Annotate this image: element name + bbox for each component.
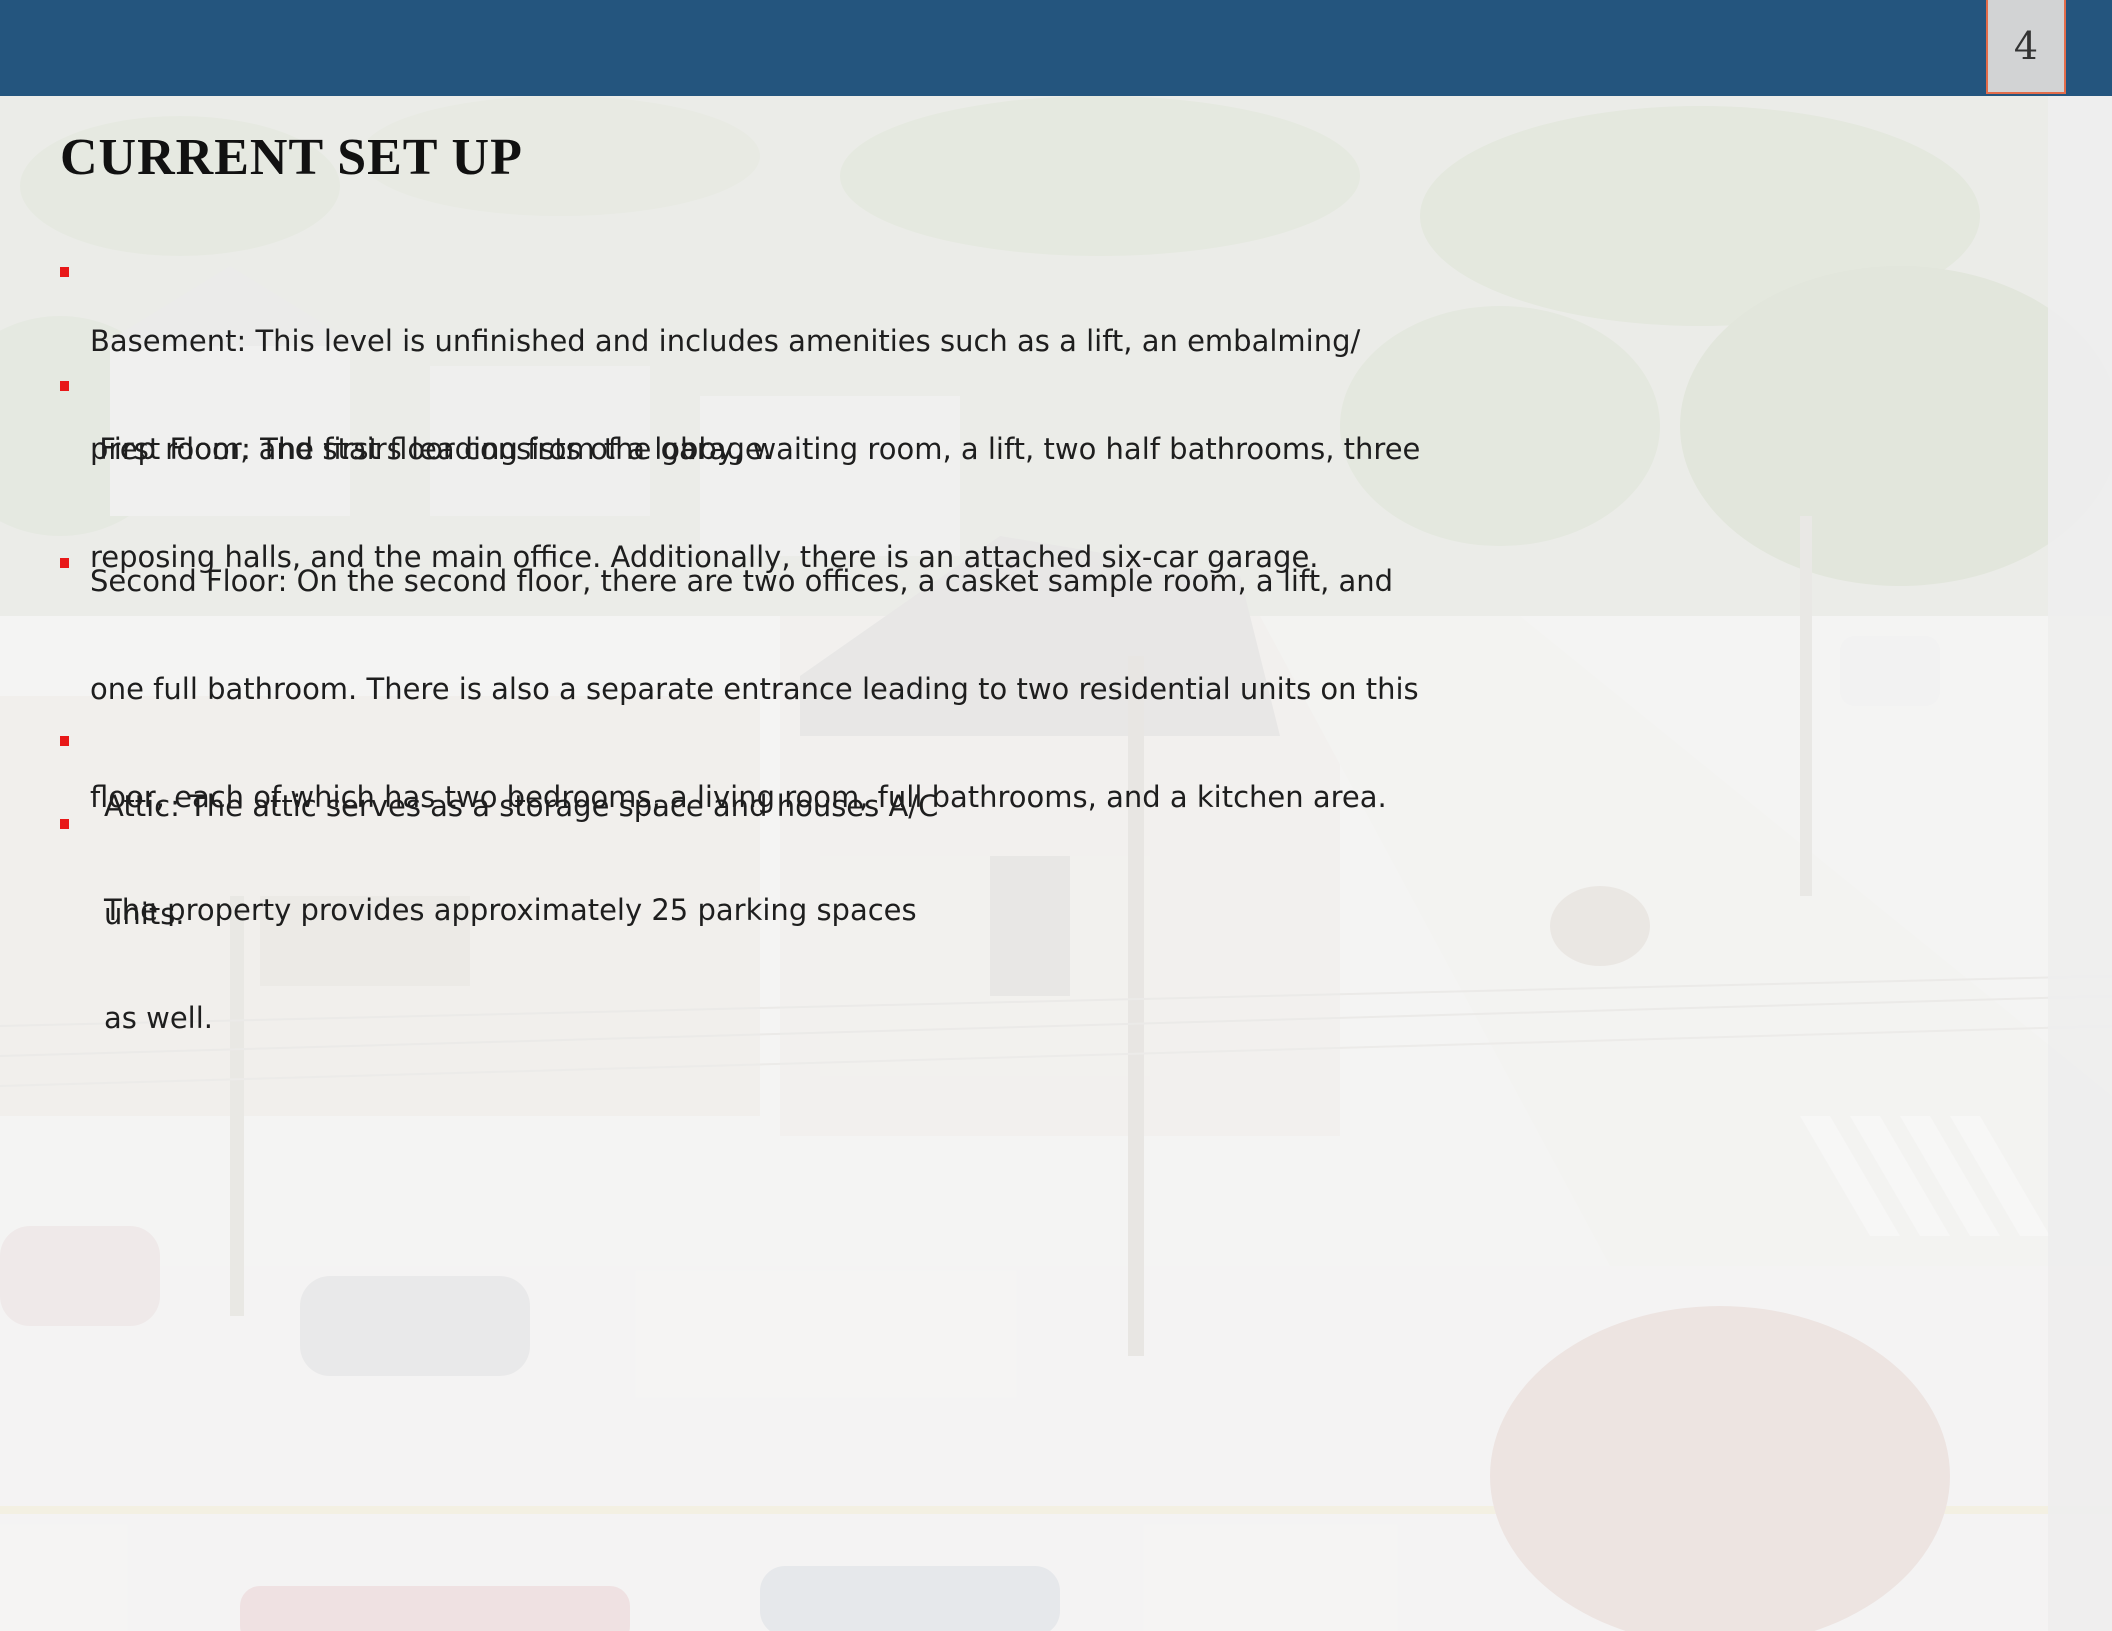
- bullet-line: as well.: [104, 1001, 213, 1035]
- bullet-line: The property provides approximately 25 p…: [104, 893, 917, 927]
- bullet-line: Basement: This level is unfinished and i…: [90, 324, 1361, 358]
- header-bar: [0, 0, 2112, 96]
- page-title: CURRENT SET UP: [60, 129, 523, 186]
- bullet-marker: [60, 736, 69, 746]
- bullet-line: First Floor: The first floor consists of…: [90, 432, 1421, 466]
- right-margin-strip: [2048, 96, 2112, 1631]
- bullet-line: one full bathroom. There is also a separ…: [90, 672, 1419, 706]
- bullet-marker: [60, 819, 69, 829]
- bullet-marker: [60, 558, 69, 568]
- bullet-parking: The property provides approximately 25 p…: [104, 820, 917, 1072]
- bullet-marker: [60, 267, 69, 277]
- bullet-line: Second Floor: On the second floor, there…: [90, 564, 1394, 598]
- page-number: 4: [1986, 0, 2066, 94]
- bullet-marker: [60, 381, 69, 391]
- bullet-line: Attic: The attic serves as a storage spa…: [104, 789, 939, 823]
